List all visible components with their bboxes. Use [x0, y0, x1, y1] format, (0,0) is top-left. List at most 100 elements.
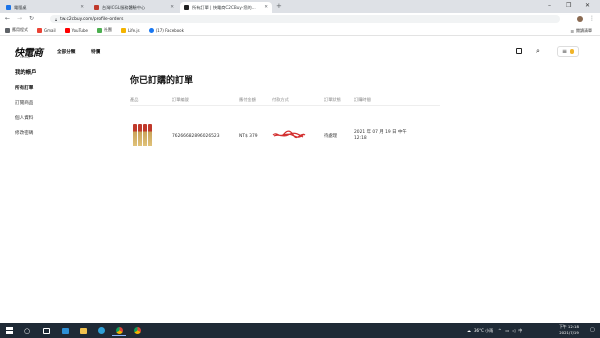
column-header-product: 產品 — [130, 97, 139, 102]
tab-favicon-icon — [94, 5, 99, 10]
tab-close-icon[interactable]: ✕ — [264, 5, 268, 10]
table-row[interactable]: 76266682896026523 NT$ 379 待處理 2021 年 07 … — [130, 106, 440, 166]
order-id[interactable]: 76266682896026523 — [172, 134, 239, 139]
orders-table-header: 產品 訂單編號 應付金額 付款方式 訂單狀態 訂購時間 — [130, 95, 440, 106]
redaction-scribble — [272, 130, 306, 139]
minimize-icon[interactable]: – — [548, 1, 551, 10]
bookmark-gmail[interactable]: Gmail — [37, 27, 56, 33]
bookmark-group[interactable]: 社團 — [96, 27, 112, 33]
taskbar-clock[interactable]: 下午 12:18 2021/7/19 — [552, 324, 586, 336]
volume-icon[interactable]: ◁ — [512, 328, 515, 333]
bookmark-apps[interactable]: 應用程式 — [5, 27, 28, 33]
ime-icon[interactable]: 中 — [518, 328, 522, 334]
chrome-taskbar-icon[interactable] — [112, 325, 126, 336]
bookmark-label: 社團 — [103, 27, 112, 32]
back-arrow-icon[interactable]: ← — [5, 15, 10, 23]
tab-title: 電腦桌 — [14, 4, 27, 10]
tab-close-icon[interactable]: ✕ — [170, 5, 174, 10]
bookmark-label: Gmail — [44, 27, 56, 33]
bookmarks-bar: 應用程式 Gmail YouTube 社團 Life.js (17) Faceb… — [0, 25, 600, 36]
order-time: 2021 年 07 月 19 日 中午 12:18 — [354, 130, 424, 142]
search-taskbar-icon[interactable]: ○ — [20, 325, 34, 336]
bookmark-facebook[interactable]: (17) Facebook — [148, 27, 184, 33]
sidebar-item-subscriptions[interactable]: 訂閱商品 — [15, 100, 105, 106]
sidebar-item-all-orders[interactable]: 所有訂單 — [15, 85, 105, 91]
address-url: tw.c2cbuy.com/profile-orders — [60, 16, 124, 22]
browser-tab-strip: 電腦桌 ✕ 台灣ICGL服務體驗中心 ✕ 所有訂單 | 快電商C2CBuy-您的… — [0, 0, 600, 13]
order-clock: 12:18 — [354, 136, 367, 141]
column-header-amount: 應付金額 — [239, 97, 256, 102]
site-header: 快電商 C2CBuy 全部分類 特價 ⌕ ≡ — [0, 36, 600, 68]
orders-table: 產品 訂單編號 應付金額 付款方式 訂單狀態 訂購時間 762666828960… — [130, 95, 440, 166]
close-window-icon[interactable]: ✕ — [585, 1, 590, 10]
gmail-icon — [37, 27, 42, 33]
bookmark-label: (17) Facebook — [155, 27, 184, 33]
group-icon — [96, 27, 102, 33]
task-view-icon[interactable] — [39, 325, 53, 336]
tab-title: 所有訂單 | 快電商C2CBuy-您的... — [192, 4, 256, 10]
weather-icon: ☁ — [467, 328, 471, 333]
sidebar-title: 我的帳戶 — [15, 70, 37, 76]
tab-close-icon[interactable]: ✕ — [80, 5, 84, 10]
apps-grid-icon — [5, 27, 10, 33]
column-header-order-id: 訂單編號 — [172, 97, 189, 102]
network-icon[interactable]: ▭ — [506, 328, 510, 333]
clock-date: 2021/7/19 — [559, 330, 579, 335]
tab-favicon-icon — [184, 5, 189, 10]
site-logo-subtitle: C2CBuy — [20, 56, 30, 59]
browser-menu-icon[interactable]: ⋮ — [589, 15, 595, 23]
bookmark-label: YouTube — [71, 27, 88, 33]
new-tab-button[interactable]: + — [276, 2, 282, 11]
nav-all-categories[interactable]: 全部分類 — [57, 49, 75, 55]
system-tray: ☁ 36°C 小雨 ^ ▭ ◁ 中 — [467, 323, 522, 338]
user-badge-icon — [570, 49, 575, 54]
search-icon[interactable]: ⌕ — [536, 47, 540, 55]
windows-taskbar: ○ ☁ 36°C 小雨 ^ ▭ ◁ 中 下午 12:18 2021/7/19 ▢ — [0, 323, 600, 338]
chrome-app-icon[interactable] — [130, 325, 144, 336]
order-status: 待處理 — [324, 134, 338, 139]
column-header-status: 訂單狀態 — [324, 97, 341, 102]
youtube-icon — [64, 27, 70, 33]
address-toolbar: ← → ↻ 🔒︎ tw.c2cbuy.com/profile-orders ⋮ — [0, 13, 600, 25]
tray-chevron-icon[interactable]: ^ — [498, 328, 501, 333]
browser-tab[interactable]: 電腦桌 ✕ — [2, 2, 88, 13]
forward-arrow-icon[interactable]: → — [17, 15, 22, 23]
windows-start-icon[interactable] — [3, 325, 15, 336]
lifejs-icon — [120, 27, 126, 33]
account-sidebar: 我的帳戶 所有訂單 訂閱商品 個人資料 修改密碼 — [15, 68, 105, 145]
bookmark-lifejs[interactable]: Life.js — [120, 27, 140, 33]
reading-list-icon: ☰ — [570, 28, 574, 34]
browser-tab[interactable]: 台灣ICGL服務體驗中心 ✕ — [90, 2, 178, 13]
compare-icon[interactable] — [516, 48, 522, 54]
browser-tab-active[interactable]: 所有訂單 | 快電商C2CBuy-您的... ✕ — [180, 2, 272, 13]
sidebar-item-change-password[interactable]: 修改密碼 — [15, 130, 105, 136]
reading-list[interactable]: ☰ 閱讀清單 — [570, 28, 592, 34]
profile-avatar[interactable] — [577, 16, 583, 22]
bookmark-label: 應用程式 — [12, 27, 28, 32]
lock-icon: 🔒︎ — [55, 16, 58, 22]
tab-title: 台灣ICGL服務體驗中心 — [102, 4, 146, 10]
notification-icon[interactable]: ▢ — [590, 327, 595, 333]
reading-list-label: 閱讀清單 — [576, 28, 592, 33]
tab-favicon-icon — [6, 5, 11, 10]
reload-icon[interactable]: ↻ — [29, 15, 34, 23]
weather-text[interactable]: 36°C 小雨 — [474, 328, 493, 334]
file-explorer-icon[interactable] — [76, 325, 90, 336]
product-thumbnail[interactable] — [130, 122, 154, 150]
facebook-icon — [148, 27, 154, 33]
hamburger-icon: ≡ — [561, 47, 568, 55]
page-title: 你已訂購的訂單 — [130, 76, 194, 86]
sidebar-item-profile[interactable]: 個人資料 — [15, 115, 105, 121]
order-amount: NT$ 379 — [239, 133, 258, 139]
bookmark-youtube[interactable]: YouTube — [64, 27, 88, 33]
nav-sale[interactable]: 特價 — [91, 49, 100, 55]
address-bar[interactable]: 🔒︎ tw.c2cbuy.com/profile-orders — [50, 15, 560, 23]
edge-icon[interactable] — [94, 325, 108, 336]
payment-method-redacted — [272, 129, 324, 143]
product-cell — [130, 122, 172, 150]
menu-button[interactable]: ≡ — [557, 46, 579, 57]
store-icon[interactable] — [58, 325, 72, 336]
column-header-order-time: 訂購時間 — [354, 97, 371, 102]
bookmark-label: Life.js — [127, 27, 140, 33]
maximize-icon[interactable]: ❐ — [566, 1, 571, 10]
